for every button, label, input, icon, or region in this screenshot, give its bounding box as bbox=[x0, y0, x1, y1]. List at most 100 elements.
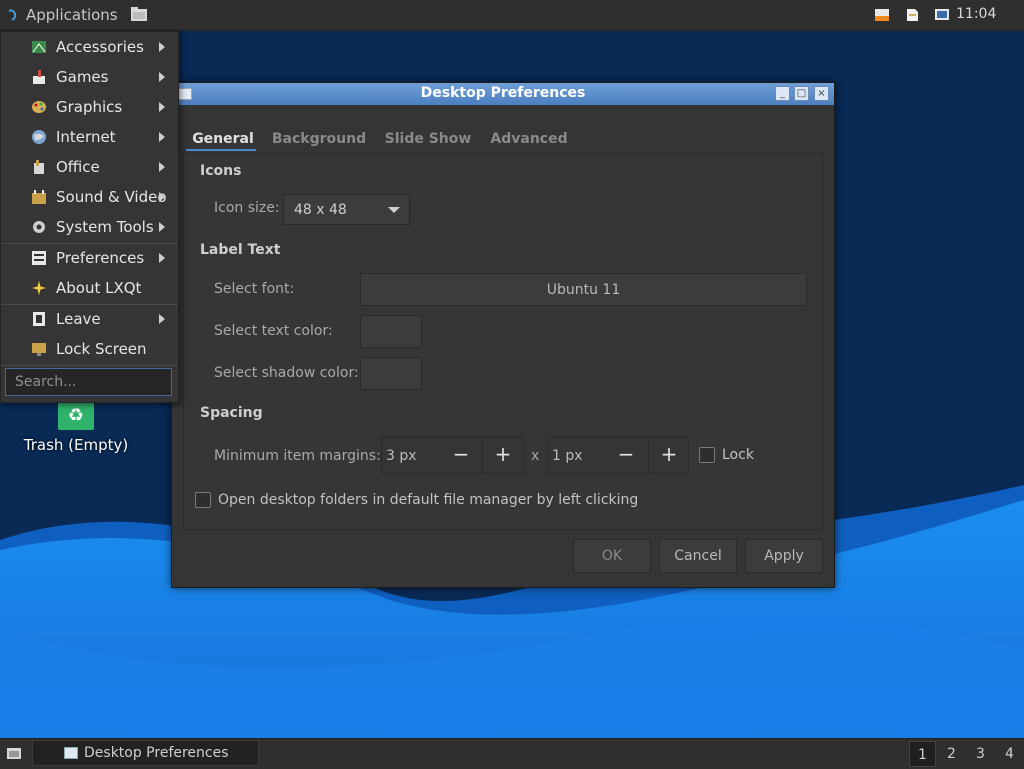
screenshot-icon[interactable] bbox=[934, 7, 950, 23]
star-icon bbox=[32, 281, 46, 295]
games-icon bbox=[33, 70, 45, 84]
preferences-icon bbox=[32, 251, 46, 265]
margin-y-spinbox[interactable]: 1 px − + bbox=[547, 436, 689, 474]
margin-y-value: 1 px bbox=[552, 448, 583, 464]
desktop-preferences-dialog: Desktop Preferences _ □ × General Backgr… bbox=[171, 82, 835, 588]
trash-desktop-icon[interactable]: ♻ Trash (Empty) bbox=[20, 402, 132, 462]
shadow-color-button[interactable] bbox=[360, 357, 422, 390]
menu-item-leave[interactable]: Leave bbox=[1, 305, 178, 333]
margin-x-decrement-button[interactable]: − bbox=[441, 437, 481, 473]
icon-size-label: Icon size: bbox=[214, 200, 280, 216]
menu-item-sound-video[interactable]: Sound & Video bbox=[1, 183, 178, 211]
tab-advanced[interactable]: Advanced bbox=[485, 125, 573, 153]
times-label: x bbox=[531, 448, 540, 464]
menu-item-label: Sound & Video bbox=[56, 188, 167, 206]
margin-x-spinbox[interactable]: 3 px − + bbox=[381, 436, 524, 474]
tab-background[interactable]: Background bbox=[268, 125, 370, 153]
menu-item-preferences[interactable]: Preferences bbox=[1, 244, 178, 272]
accessories-icon bbox=[32, 41, 46, 53]
spacing-section-title: Spacing bbox=[200, 405, 263, 421]
search-input[interactable] bbox=[5, 368, 172, 396]
trash-label: Trash (Empty) bbox=[23, 436, 129, 454]
lock-checkbox[interactable] bbox=[699, 447, 715, 463]
minimize-button[interactable]: _ bbox=[775, 86, 790, 101]
chevron-right-icon bbox=[159, 42, 165, 52]
cancel-button[interactable]: Cancel bbox=[659, 539, 737, 573]
active-tab-indicator bbox=[186, 149, 256, 151]
text-color-button[interactable] bbox=[360, 315, 422, 348]
window-icon bbox=[64, 747, 78, 759]
menu-item-label: About LXQt bbox=[56, 279, 142, 297]
text-color-label: Select text color: bbox=[214, 323, 333, 339]
margin-x-increment-button[interactable]: + bbox=[482, 437, 523, 473]
gear-icon bbox=[33, 221, 45, 233]
icons-section-title: Icons bbox=[200, 163, 242, 179]
shadow-color-label: Select shadow color: bbox=[214, 365, 359, 381]
margin-y-decrement-button[interactable]: − bbox=[606, 437, 646, 473]
chevron-right-icon bbox=[159, 314, 165, 324]
network-icon[interactable] bbox=[874, 7, 890, 23]
lxqt-logo-icon bbox=[8, 9, 17, 21]
office-icon bbox=[34, 160, 44, 174]
tab-slide-show[interactable]: Slide Show bbox=[379, 125, 477, 153]
internet-icon bbox=[32, 130, 46, 144]
menu-item-label: Internet bbox=[56, 128, 116, 146]
chevron-down-icon bbox=[388, 207, 400, 213]
lock-screen-icon bbox=[32, 343, 46, 356]
clock[interactable]: 11:04 bbox=[956, 6, 996, 22]
leave-icon bbox=[33, 312, 45, 326]
menu-item-office[interactable]: Office bbox=[1, 153, 178, 181]
label-text-section-title: Label Text bbox=[200, 242, 281, 258]
general-tab-panel: Icons Icon size: 48 x 48 Label Text Sele… bbox=[183, 153, 823, 530]
sound-video-icon bbox=[32, 190, 46, 204]
menu-item-games[interactable]: Games bbox=[1, 63, 178, 91]
menu-item-accessories[interactable]: Accessories bbox=[1, 33, 178, 61]
chevron-right-icon bbox=[159, 162, 165, 172]
select-font-label: Select font: bbox=[214, 281, 295, 297]
menu-item-label: Office bbox=[56, 158, 100, 176]
application-menu: Accessories Games Graphics Internet Offi… bbox=[0, 31, 179, 403]
task-label: Desktop Preferences bbox=[84, 745, 229, 761]
graphics-icon bbox=[32, 101, 46, 113]
chevron-right-icon bbox=[159, 102, 165, 112]
workspace-2-button[interactable]: 2 bbox=[938, 741, 965, 767]
min-margins-label: Minimum item margins: bbox=[214, 448, 381, 464]
chevron-right-icon bbox=[159, 192, 165, 202]
bottom-taskbar: Desktop Preferences 1 2 3 4 bbox=[0, 738, 1024, 769]
folder-icon[interactable] bbox=[130, 6, 148, 22]
menu-item-about-lxqt[interactable]: About LXQt bbox=[1, 274, 178, 302]
menu-item-graphics[interactable]: Graphics bbox=[1, 93, 178, 121]
applications-menu-button[interactable]: Applications bbox=[6, 4, 118, 26]
clipboard-icon[interactable] bbox=[904, 7, 920, 23]
menu-separator bbox=[1, 365, 178, 366]
open-folders-checkbox[interactable] bbox=[195, 492, 211, 508]
taskbar-task-desktop-preferences[interactable]: Desktop Preferences bbox=[32, 740, 259, 766]
margin-x-value: 3 px bbox=[386, 448, 417, 464]
workspace-3-button[interactable]: 3 bbox=[967, 741, 994, 767]
chevron-right-icon bbox=[159, 72, 165, 82]
menu-item-label: Lock Screen bbox=[56, 340, 147, 358]
workspace-4-button[interactable]: 4 bbox=[996, 741, 1023, 767]
recycle-icon: ♻ bbox=[58, 402, 94, 430]
apply-button[interactable]: Apply bbox=[745, 539, 823, 573]
menu-item-internet[interactable]: Internet bbox=[1, 123, 178, 151]
show-desktop-icon[interactable] bbox=[6, 746, 22, 761]
icon-size-select[interactable]: 48 x 48 bbox=[283, 194, 410, 225]
chevron-right-icon bbox=[159, 253, 165, 263]
maximize-button[interactable]: □ bbox=[794, 86, 809, 101]
menu-item-lock-screen[interactable]: Lock Screen bbox=[1, 335, 178, 363]
workspace-1-button[interactable]: 1 bbox=[909, 741, 936, 767]
menu-item-label: System Tools bbox=[56, 218, 154, 236]
margin-y-increment-button[interactable]: + bbox=[648, 437, 689, 473]
menu-item-label: Graphics bbox=[56, 98, 123, 116]
close-button[interactable]: × bbox=[814, 86, 829, 101]
top-panel: Applications 11:04 bbox=[0, 0, 1024, 31]
title-bar[interactable]: Desktop Preferences _ □ × bbox=[172, 83, 834, 105]
lock-label: Lock bbox=[722, 447, 754, 463]
menu-item-label: Games bbox=[56, 68, 109, 86]
menu-item-system-tools[interactable]: System Tools bbox=[1, 213, 178, 241]
font-select-button[interactable]: Ubuntu 11 bbox=[360, 273, 807, 306]
applications-label: Applications bbox=[26, 6, 118, 24]
ok-button[interactable]: OK bbox=[573, 539, 651, 573]
icon-size-value: 48 x 48 bbox=[294, 202, 347, 218]
